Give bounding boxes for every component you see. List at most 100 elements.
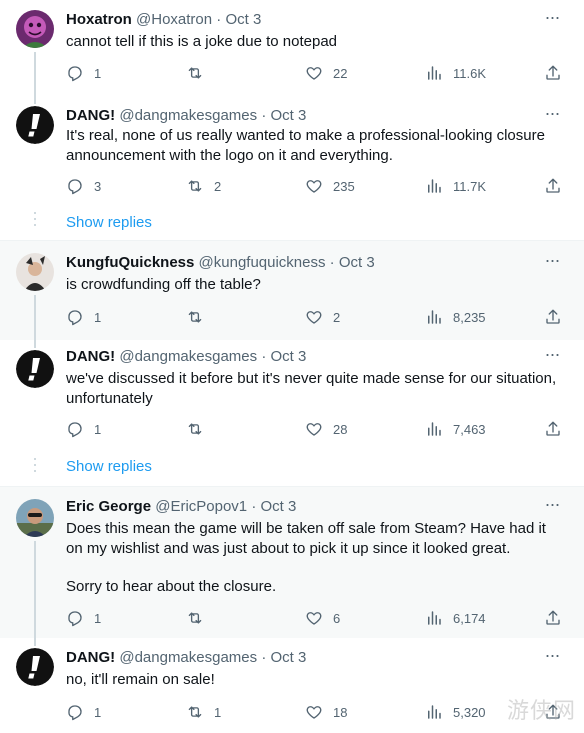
avatar[interactable] [16,10,54,48]
heart-icon [306,423,322,436]
timestamp[interactable]: Oct 3 [339,254,375,271]
reply-button[interactable]: 3 [66,175,101,197]
retweet-icon [188,612,202,624]
reply-icon [68,179,82,195]
collapsed-thread-dots [34,458,36,476]
retweet-button[interactable] [186,418,214,440]
user-handle[interactable]: @dangmakesgames [119,649,257,666]
show-replies-link[interactable]: Show replies [66,213,152,233]
like-button[interactable]: 28 [305,418,347,440]
share-button[interactable] [544,418,562,440]
tweet-dang-reply-2[interactable]: DANG! @dangmakesgames · Oct 3 ··· we've … [0,340,584,486]
views-button[interactable]: 8,235 [425,306,486,328]
avatar[interactable] [16,648,54,686]
like-button[interactable]: 235 [305,175,355,197]
display-name[interactable]: Eric George [66,498,151,515]
user-handle[interactable]: @EricPopov1 [155,498,247,515]
retweet-button[interactable] [186,306,214,328]
tweet-eric-george[interactable]: Eric George @EricPopov1 · Oct 3 ··· Does… [0,486,584,639]
more-options-button[interactable]: ··· [542,8,562,30]
retweet-button[interactable]: 1 [186,701,221,723]
reply-button[interactable]: 1 [66,418,101,440]
retweet-button[interactable]: 2 [186,175,221,197]
user-handle[interactable]: @Hoxatron [136,11,212,28]
share-icon [546,309,560,324]
share-button[interactable] [544,306,562,328]
like-count: 18 [333,704,348,720]
reply-button[interactable]: 1 [66,62,101,84]
timestamp[interactable]: Oct 3 [271,107,307,124]
views-button[interactable]: 6,174 [425,607,486,629]
tweet-kungfuquickness[interactable]: KungfuQuickness @kungfuquickness · Oct 3… [0,240,584,341]
more-options-button[interactable]: ··· [542,251,562,273]
retweet-count: 2 [214,178,222,194]
retweet-button[interactable] [186,607,214,629]
tweet-paragraph: It's real, none of us really wanted to m… [66,127,545,164]
action-bar: 1 2 8,235 [66,306,566,328]
timestamp[interactable]: Oct 3 [271,649,307,666]
thread-line [34,52,36,96]
views-count: 11.6K [453,65,487,81]
user-handle[interactable]: @dangmakesgames [119,348,257,365]
retweet-button[interactable] [186,62,214,84]
reply-count: 1 [94,65,102,81]
display-name[interactable]: DANG! [66,107,115,124]
dang-logo-icon [16,350,54,388]
timestamp[interactable]: Oct 3 [261,498,297,515]
tweet-paragraph: is crowdfunding off the table? [66,276,261,293]
views-button[interactable]: 11.7K [425,175,486,197]
views-chart-icon [428,310,441,324]
tweet-text: is crowdfunding off the table? [66,275,566,295]
reply-button[interactable]: 1 [66,701,101,723]
retweet-icon [188,67,202,79]
display-name[interactable]: DANG! [66,649,115,666]
timestamp[interactable]: Oct 3 [225,11,261,28]
reply-button[interactable]: 1 [66,306,101,328]
more-options-button[interactable]: ··· [542,104,562,126]
views-button[interactable]: 11.6K [425,62,486,84]
show-replies-link[interactable]: Show replies [66,457,152,477]
share-button[interactable] [544,607,562,629]
like-button[interactable]: 2 [305,306,340,328]
tweet-header: DANG! @dangmakesgames · Oct 3 [66,106,306,126]
user-handle[interactable]: @dangmakesgames [119,107,257,124]
user-handle[interactable]: @kungfuquickness [199,254,326,271]
avatar[interactable] [16,253,54,291]
separator: · [329,254,335,271]
heart-icon [306,612,322,625]
retweet-icon [188,706,202,718]
reply-count: 1 [94,421,102,437]
share-button[interactable] [544,62,562,84]
retweet-icon [188,423,202,435]
share-button[interactable] [544,175,562,197]
avatar[interactable] [16,106,54,144]
thread-line [34,638,36,646]
thread-line [34,96,36,104]
tweet-hoxatron[interactable]: Hoxatron @Hoxatron · Oct 3 ··· cannot te… [0,0,584,96]
more-options-button[interactable]: ··· [542,495,562,517]
separator: · [251,498,257,515]
views-count: 8,235 [453,309,486,325]
retweet-count: 1 [214,704,222,720]
avatar[interactable] [16,350,54,388]
reply-icon [68,310,82,326]
like-button[interactable]: 18 [305,701,347,723]
separator: · [261,107,267,124]
views-button[interactable]: 7,463 [425,418,486,440]
more-options-button[interactable]: ··· [542,646,562,668]
timestamp[interactable]: Oct 3 [271,348,307,365]
avatar[interactable] [16,499,54,537]
reply-icon [68,611,82,627]
views-chart-icon [428,179,441,193]
like-button[interactable]: 6 [305,607,340,629]
more-options-button[interactable]: ··· [542,345,562,367]
tweet-dang-reply-3[interactable]: DANG! @dangmakesgames · Oct 3 ··· no, it… [0,638,584,733]
like-button[interactable]: 22 [305,62,347,84]
views-button[interactable]: 5,320 [425,701,486,723]
display-name[interactable]: KungfuQuickness [66,254,194,271]
reply-button[interactable]: 1 [66,607,101,629]
display-name[interactable]: Hoxatron [66,11,132,28]
tweet-dang-reply-1[interactable]: DANG! @dangmakesgames · Oct 3 ··· It's r… [0,96,584,240]
display-name[interactable]: DANG! [66,348,115,365]
tweet-text: we've discussed it before but it's never… [66,369,566,409]
